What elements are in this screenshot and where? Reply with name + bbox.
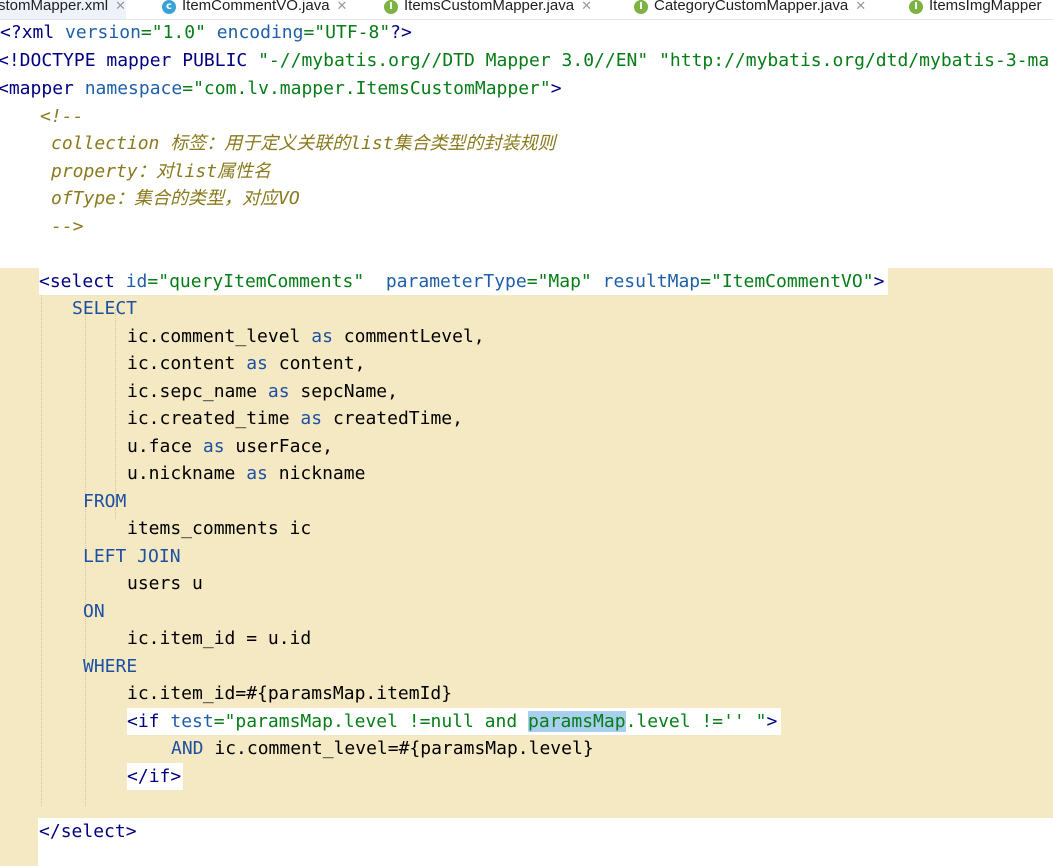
comment-line: ofType：集合的类型，对应VO — [51, 188, 300, 209]
tab-itemcommentvo[interactable]: c ItemCommentVO.java ✕ — [162, 0, 347, 19]
sql-select-keyword: SELECT — [72, 298, 138, 319]
tab-mapper-xml[interactable]: stomMapper.xml ✕ — [0, 0, 126, 19]
sql-from-table: items_comments ic — [127, 518, 312, 539]
tab-itemscustommapper[interactable]: I ItemsCustomMapper.java ✕ — [384, 0, 592, 19]
code-line-mapper-open: <mapper namespace="com.lv.mapper.ItemsCu… — [0, 78, 562, 99]
code-editor[interactable]: <?xml version="1.0" encoding="UTF-8"?> <… — [0, 19, 1053, 866]
code-line-if-close: </if> — [127, 763, 184, 790]
sql-and-line: AND ic.comment_level=#{paramsMap.level} — [171, 738, 594, 759]
code-line-select-open: <select id="queryItemComments" parameter… — [39, 268, 889, 295]
indent-guide — [41, 281, 42, 806]
close-icon[interactable]: ✕ — [855, 0, 866, 14]
sql-column-line: ic.created_time as createdTime, — [127, 408, 463, 429]
code-line-if-open: <if test="paramsMap.level !=null and par… — [127, 708, 782, 735]
code-line-select-close: </select> — [39, 818, 139, 845]
close-icon[interactable]: ✕ — [581, 0, 592, 14]
sql-where-keyword: WHERE — [83, 656, 138, 677]
sql-column-line: u.nickname as nickname — [127, 463, 366, 484]
tab-label: stomMapper.xml — [0, 0, 109, 14]
select-block-highlight-end — [0, 818, 38, 866]
comment-open: <!-- — [40, 106, 84, 127]
tab-label: CategoryCustomMapper.java — [654, 0, 849, 14]
tab-categorycustommapper[interactable]: I CategoryCustomMapper.java ✕ — [634, 0, 866, 19]
sql-from-keyword: FROM — [83, 491, 127, 512]
code-line-xml-decl: <?xml version="1.0" encoding="UTF-8"?> — [0, 22, 412, 43]
sql-column-line: ic.comment_level as commentLevel, — [127, 326, 485, 347]
sql-column-line: u.face as userFace, — [127, 436, 333, 457]
code-line-doctype: <!DOCTYPE mapper PUBLIC "-//mybatis.org/… — [0, 50, 1050, 71]
comment-line: property：对list属性名 — [51, 161, 272, 182]
editor-tab-bar: stomMapper.xml ✕ c ItemCommentVO.java ✕ I It… — [0, 0, 1053, 20]
sql-on-keyword: ON — [83, 601, 105, 622]
sql-column-line: ic.content as content, — [127, 353, 366, 374]
close-icon[interactable]: ✕ — [115, 0, 126, 14]
comment-line: collection 标签：用于定义关联的list集合类型的封装规则 — [51, 133, 556, 154]
tab-label: ItemsImgMapper — [929, 0, 1042, 14]
selected-text: paramsMap — [528, 711, 626, 732]
close-icon[interactable]: ✕ — [337, 0, 348, 14]
sql-join-keyword: LEFT JOIN — [83, 546, 181, 567]
comment-close: --> — [51, 216, 84, 237]
interface-icon: I — [384, 0, 398, 14]
sql-where-condition: ic.item_id=#{paramsMap.itemId} — [127, 683, 453, 704]
interface-icon: I — [634, 0, 648, 14]
tab-label: ItemCommentVO.java — [182, 0, 330, 14]
interface-icon: I — [909, 0, 923, 14]
sql-on-condition: ic.item_id = u.id — [127, 628, 312, 649]
sql-column-line: ic.sepc_name as sepcName, — [127, 381, 398, 402]
tab-label: ItemsCustomMapper.java — [404, 0, 575, 14]
class-icon: c — [162, 0, 176, 14]
tab-itemsimgmapper[interactable]: I ItemsImgMapper — [909, 0, 1042, 19]
sql-join-table: users u — [127, 573, 203, 594]
